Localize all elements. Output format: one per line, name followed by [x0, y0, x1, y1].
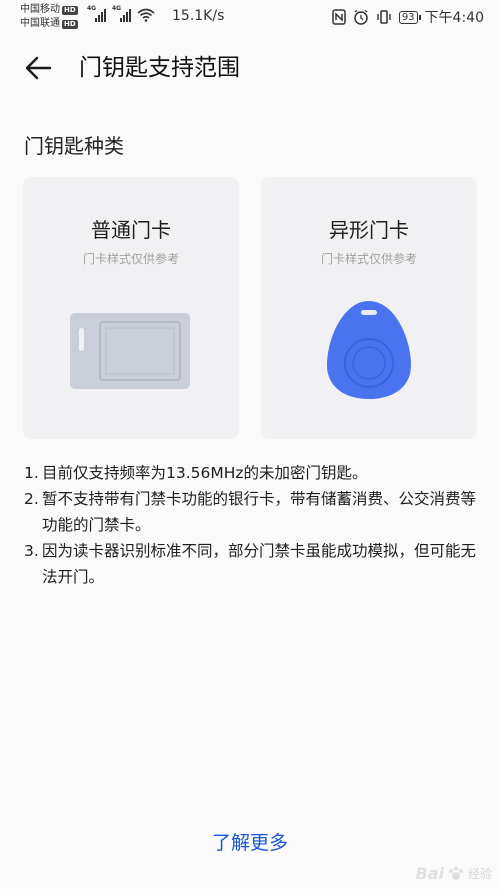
- section-title: 门钥匙种类: [24, 134, 124, 158]
- watermark-sub: 经验: [467, 867, 492, 881]
- carrier-2: 中国联通: [20, 18, 60, 29]
- signal-icon: 4G: [112, 5, 131, 22]
- note-number: 1.: [24, 464, 39, 482]
- alarm-icon: [354, 9, 368, 25]
- vibrate-icon: [377, 10, 391, 24]
- card-special-door-card[interactable]: 异形门卡 门卡样式仅供参考: [261, 177, 477, 439]
- card-subtitle: 门卡样式仅供参考: [82, 252, 179, 266]
- network-type: 4G: [87, 5, 97, 12]
- note-text: 目前仅支持频率为13.56MHz的未加密门钥匙。: [42, 464, 368, 482]
- wifi-icon: [137, 8, 155, 22]
- hd-badge: HD: [62, 19, 78, 29]
- carrier-1: 中国移动: [20, 4, 60, 15]
- note-text: 因为读卡器识别标准不同，部分门禁卡虽能成功模拟，但可能无法开门。: [42, 542, 477, 586]
- note-number: 3.: [24, 542, 39, 560]
- card-subtitle: 门卡样式仅供参考: [320, 252, 417, 266]
- nfc-icon: [332, 9, 346, 25]
- network-type: 4G: [112, 5, 122, 12]
- watermark-text: Bai: [415, 864, 444, 883]
- app-bar: 门钥匙支持范围: [0, 36, 500, 100]
- note-text: 暂不支持带有门禁卡功能的银行卡，带有储蓄消费、公交消费等功能的门禁卡。: [42, 490, 477, 534]
- page-title: 门钥匙支持范围: [79, 55, 240, 81]
- carrier-info: 中国移动 HD 中国联通 HD: [20, 3, 78, 31]
- status-bar: 中国移动 HD 中国联通 HD 4G 4G 15.1K/s 93 下午4:40: [0, 0, 500, 36]
- learn-more-link[interactable]: 了解更多: [0, 828, 500, 855]
- list-item: 1. 目前仅支持频率为13.56MHz的未加密门钥匙。: [24, 460, 480, 486]
- notes-list: 1. 目前仅支持频率为13.56MHz的未加密门钥匙。 2. 暂不支持带有门禁卡功能…: [24, 460, 480, 590]
- signal-indicators: 4G 4G: [87, 5, 155, 22]
- card-title: 普通门卡: [91, 218, 171, 242]
- status-right: 93 下午4:40: [332, 7, 484, 27]
- arrow-left-icon[interactable]: [22, 52, 54, 84]
- signal-icon: 4G: [87, 5, 106, 22]
- watermark: Bai 经验: [416, 864, 493, 883]
- list-item: 2. 暂不支持带有门禁卡功能的银行卡，带有储蓄消费、公交消费等功能的门禁卡。: [24, 486, 480, 538]
- battery-icon: 93: [398, 10, 421, 24]
- access-card-icon: [70, 313, 190, 389]
- key-fob-icon: [327, 301, 411, 399]
- paw-icon: [448, 866, 463, 880]
- list-item: 3. 因为读卡器识别标准不同，部分门禁卡虽能成功模拟，但可能无法开门。: [24, 538, 480, 590]
- card-normal-door-card[interactable]: 普通门卡 门卡样式仅供参考: [23, 177, 239, 439]
- note-number: 2.: [24, 490, 39, 508]
- card-title: 异形门卡: [329, 218, 409, 242]
- clock: 下午4:40: [424, 10, 484, 26]
- net-speed: 15.1K/s: [172, 8, 225, 24]
- hd-badge: HD: [62, 5, 78, 15]
